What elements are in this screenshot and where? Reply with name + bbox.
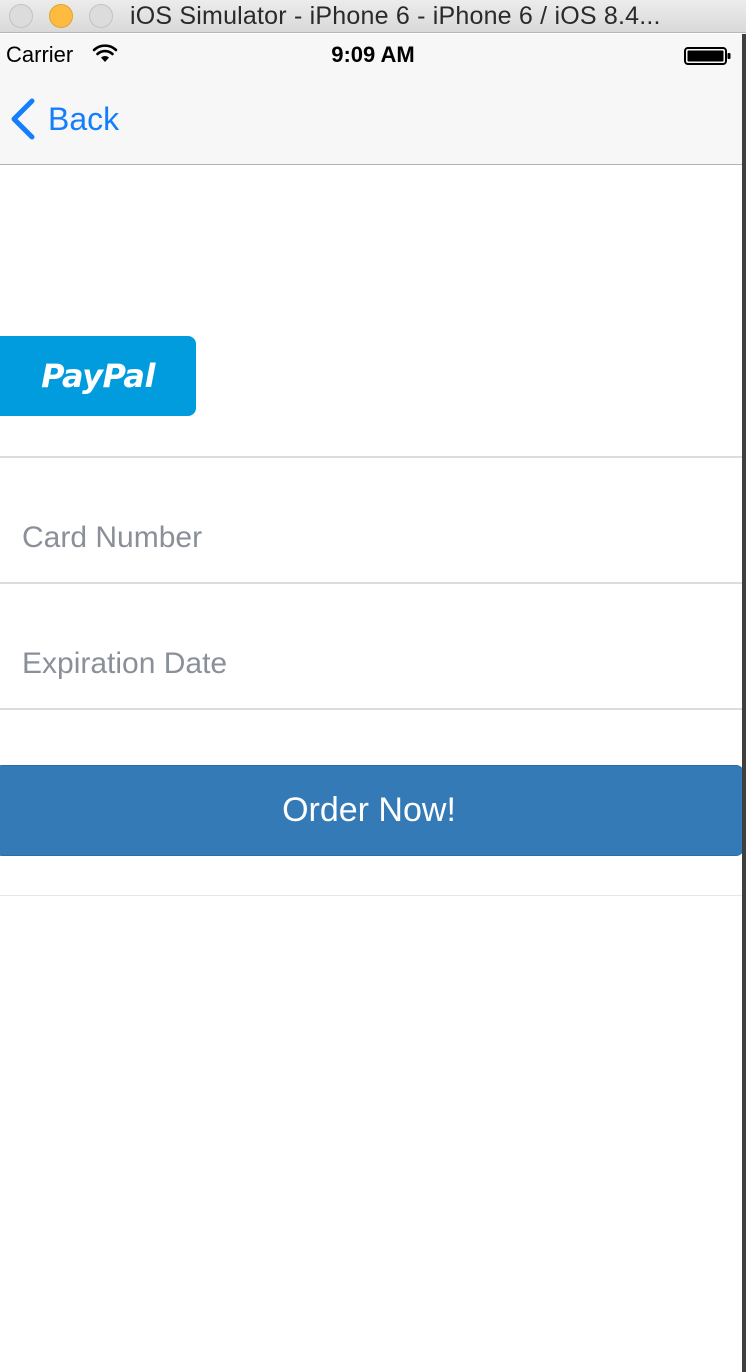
window-zoom-button[interactable] — [89, 4, 113, 28]
ios-status-bar: Carrier 9:09 AM — [0, 34, 746, 74]
payment-form: PayPal Order Now! — [0, 165, 746, 1372]
divider — [0, 708, 746, 710]
divider — [0, 582, 746, 584]
battery-icon — [684, 47, 731, 65]
window-minimize-button[interactable] — [49, 4, 73, 28]
divider — [0, 456, 746, 458]
chevron-left-icon — [11, 98, 35, 140]
back-button-label: Back — [48, 100, 120, 137]
back-button[interactable]: Back — [8, 94, 119, 144]
navigation-bar: Back — [0, 74, 746, 165]
status-time: 9:09 AM — [331, 42, 415, 67]
order-now-button[interactable]: Order Now! — [0, 765, 744, 856]
window-title: iOS Simulator - iPhone 6 - iPhone 6 / iO… — [130, 2, 661, 30]
card-number-input[interactable] — [22, 508, 722, 568]
window-edge — [742, 34, 746, 1372]
paypal-button[interactable]: PayPal — [0, 336, 196, 416]
paypal-logo: PayPal — [41, 357, 155, 395]
expiration-date-input[interactable] — [22, 634, 722, 694]
divider — [0, 895, 746, 896]
window-close-button[interactable] — [9, 4, 33, 28]
simulator-title-bar: iOS Simulator - iPhone 6 - iPhone 6 / iO… — [0, 0, 746, 33]
